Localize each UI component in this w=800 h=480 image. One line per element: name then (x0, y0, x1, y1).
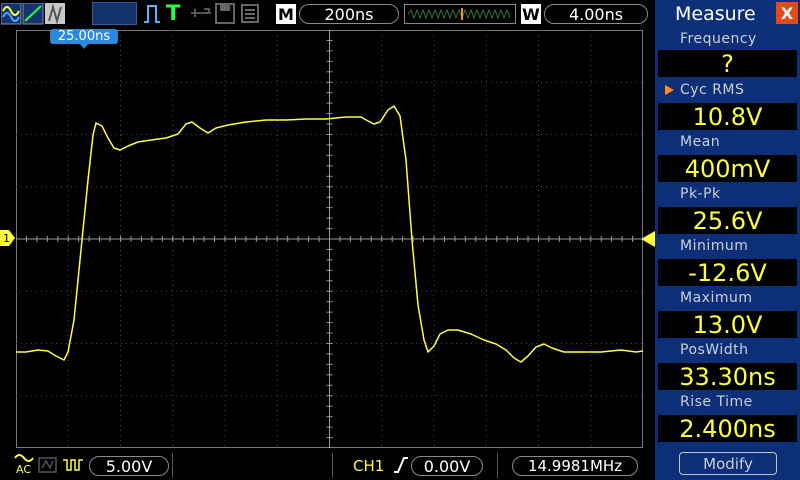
print-icon[interactable] (240, 3, 260, 24)
bandwidth-limit-icon (38, 457, 57, 473)
main-timebase-button[interactable]: M (276, 4, 296, 24)
channel-1-marker-label: 1 (3, 232, 10, 245)
measure-value-poswidth: 33.30ns (658, 363, 797, 391)
measure-label-minimum[interactable]: Minimum (659, 235, 798, 256)
measure-value-frequency: ? (658, 50, 797, 78)
coupling-label: AC (16, 463, 32, 476)
pulse-icon (144, 5, 160, 23)
measure-label-poswidth[interactable]: PosWidth (659, 339, 798, 360)
top-status-bar: T M 200ns W 4.00ns (0, 0, 655, 28)
save-icon[interactable] (215, 3, 235, 24)
bottom-status-bar: AC 5.00V CH1 0.00V 14.9981MHz (0, 450, 655, 480)
close-panel-button[interactable]: X (776, 2, 798, 24)
bottom-divider-1 (172, 453, 173, 478)
invert-icon (63, 459, 83, 471)
volts-per-div-readout[interactable]: 5.00V (89, 456, 169, 476)
waveform-display[interactable] (15, 29, 644, 449)
graticule (15, 29, 644, 449)
trigger-frequency-readout: 14.9981MHz (512, 456, 638, 476)
measure-label-cyc-rms[interactable]: Cyc RMS (659, 79, 798, 100)
measure-value-rise-time: 2.400ns (658, 415, 797, 443)
measure-label-pk-pk[interactable]: Pk-Pk (659, 183, 798, 204)
timebase-readout[interactable]: 200ns (299, 4, 399, 24)
trigger-source-label: CH1 (353, 457, 385, 475)
measure-value-cyc-rms: 10.8V (658, 103, 797, 131)
memory-position-bar[interactable] (404, 4, 516, 24)
persist-mode-icon[interactable] (45, 3, 65, 25)
sine-mode-icon[interactable] (1, 3, 22, 25)
measure-label-rise-time[interactable]: Rise Time (659, 391, 798, 412)
measure-value-mean: 400mV (658, 155, 797, 183)
measure-label-mean[interactable]: Mean (659, 131, 798, 152)
run-state-label: T (166, 1, 181, 25)
measure-value-minimum: -12.6V (658, 259, 797, 287)
trigger-time-marker[interactable]: 25.00ns (50, 29, 118, 44)
memory-wave-thumbnail (408, 8, 511, 20)
acquire-mode-icons (1, 3, 65, 25)
window-readout[interactable]: 4.00ns (544, 4, 648, 24)
bottom-divider-3 (497, 453, 498, 478)
trigger-level-marker-icon[interactable] (641, 231, 655, 247)
window-timebase-button[interactable]: W (521, 4, 541, 24)
trigger-level-readout[interactable]: 0.00V (411, 456, 483, 476)
measure-value-maximum: 13.0V (658, 311, 797, 339)
blank-indicator (92, 2, 137, 25)
measure-label-frequency[interactable]: Frequency (659, 28, 798, 49)
measure-panel: Measure X Frequency ? Cyc RMS 10.8V Mean… (655, 0, 800, 480)
memory-position-marker (461, 8, 463, 20)
measure-label-maximum[interactable]: Maximum (659, 287, 798, 308)
channel-1-ground-marker[interactable]: 1 (0, 230, 16, 246)
trigger-time-marker-pointer-icon (79, 43, 89, 49)
bottom-divider-2 (332, 453, 333, 478)
rising-edge-icon (394, 457, 408, 473)
modify-button[interactable]: Modify (679, 452, 777, 475)
ramp-mode-icon[interactable] (22, 3, 44, 25)
measure-value-pk-pk: 25.6V (658, 207, 797, 235)
usb-icon (191, 8, 211, 17)
ac-coupling-icon (14, 454, 34, 462)
